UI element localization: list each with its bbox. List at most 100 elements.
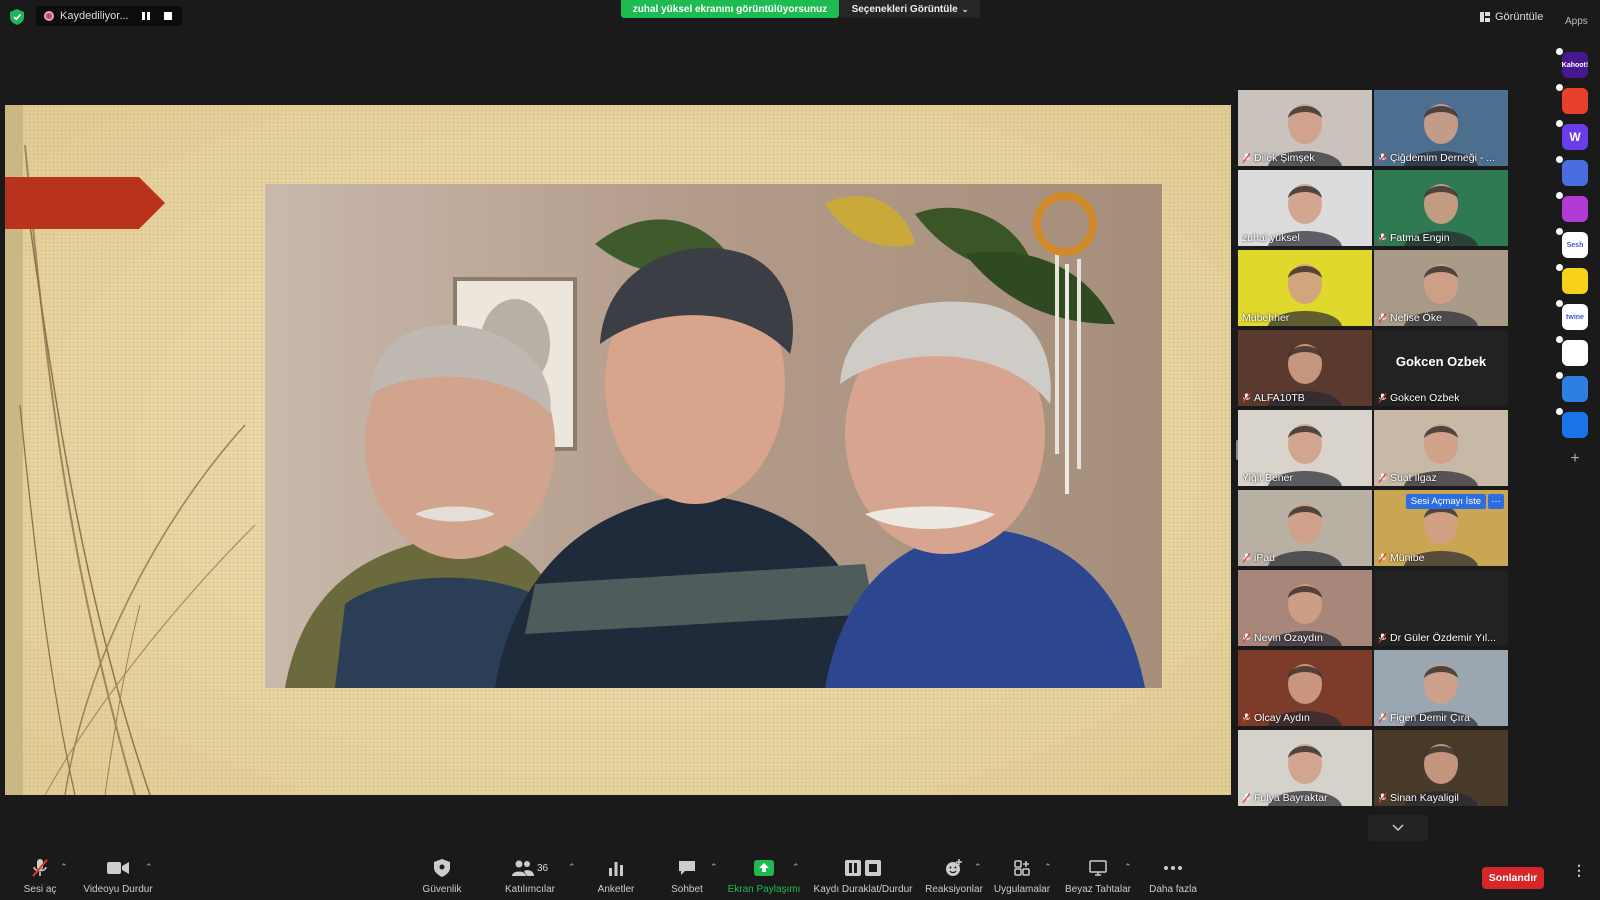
mic-muted-icon: [1378, 473, 1387, 483]
shield-icon: [434, 859, 450, 877]
participants-label: Katılımcılar: [504, 884, 555, 895]
participant-name-text: zuhal yüksel: [1242, 232, 1300, 244]
participant-tile[interactable]: Yiğit Bener: [1238, 410, 1372, 486]
participant-name-text: Nevin Özaydın: [1254, 632, 1323, 644]
participant-tile[interactable]: zuhal yüksel: [1238, 170, 1372, 246]
more-button[interactable]: Daha fazla: [1148, 850, 1198, 900]
emoji-app-icon[interactable]: [1556, 264, 1588, 294]
participant-tile[interactable]: ALFA10TB: [1238, 330, 1372, 406]
view-options-dropdown[interactable]: Seçenekleri Görüntüle ⌄: [840, 0, 980, 18]
share-screen-button[interactable]: Ekran Paylaşımı: [728, 850, 800, 900]
app-pin-dot-icon: [1556, 372, 1563, 379]
unmute-label: Sesi aç: [23, 884, 57, 895]
pause-recording-button[interactable]: [138, 8, 154, 24]
grid-view-icon: [1480, 12, 1490, 22]
app-pin-dot-icon: [1556, 192, 1563, 199]
participant-tile[interactable]: Fatma Engin: [1374, 170, 1508, 246]
tile-more-options-button[interactable]: …: [1488, 494, 1504, 509]
shield-check-icon[interactable]: [10, 9, 24, 25]
polls-label: Anketler: [597, 884, 635, 895]
participant-name: Fatma Engin: [1378, 232, 1450, 244]
security-label: Güvenlik: [422, 884, 462, 895]
stop-icon: [865, 860, 881, 876]
participant-tile[interactable]: Gokcen Ozbek Gokcen Ozbek: [1374, 330, 1508, 406]
video-options-caret[interactable]: ⌃: [145, 862, 153, 873]
participant-tile[interactable]: iPad: [1238, 490, 1372, 566]
participant-tile[interactable]: Dilek Şimşek: [1238, 90, 1372, 166]
grid-app-icon[interactable]: [1556, 336, 1588, 366]
chevron-down-icon: [1392, 824, 1404, 832]
audio-options-caret[interactable]: ⌃: [60, 862, 68, 873]
slide-arrow-shape: [5, 177, 165, 229]
shared-screen[interactable]: [5, 105, 1231, 795]
participant-name: Mübehher: [1242, 312, 1289, 324]
participant-tile[interactable]: Olcay Aydın: [1238, 650, 1372, 726]
apps-options-caret[interactable]: ⌃: [1044, 862, 1052, 873]
participant-tile[interactable]: Çiğdemim Derneği - ...: [1374, 90, 1508, 166]
add-app-icon[interactable]: +: [1568, 451, 1582, 467]
e-app-icon[interactable]: [1556, 408, 1588, 438]
gallery-next-page-button[interactable]: [1368, 815, 1428, 841]
participant-tile[interactable]: Nevin Özaydın: [1238, 570, 1372, 646]
chat-icon: [679, 861, 695, 875]
app-pin-dot-icon: [1556, 408, 1563, 415]
red-app-icon[interactable]: [1556, 84, 1588, 114]
chat-options-caret[interactable]: ⌃: [710, 862, 718, 873]
reactions-button[interactable]: Reaksiyonlar: [924, 850, 984, 900]
security-button[interactable]: Güvenlik: [420, 850, 464, 900]
stop-video-button[interactable]: Videoyu Durdur: [80, 850, 156, 900]
unmute-button[interactable]: Sesi aç: [22, 850, 58, 900]
mic-muted-icon: [1378, 153, 1387, 163]
ask-to-unmute-button[interactable]: Sesi Açmayı İste: [1405, 494, 1486, 509]
participant-name: zuhal yüksel: [1242, 232, 1300, 244]
twine-icon[interactable]: twine: [1556, 300, 1588, 330]
participants-icon: [511, 860, 534, 876]
participant-tile[interactable]: Sinan Kayaligil: [1374, 730, 1508, 806]
participant-name: Gokcen Ozbek: [1378, 392, 1459, 404]
participants-button[interactable]: 36 Katılımcılar: [502, 850, 558, 900]
circle-app-icon[interactable]: [1556, 156, 1588, 186]
participant-name: Fulya Bayraktar: [1242, 792, 1328, 804]
zoom-meeting-window: Kaydediliyor... zuhal yüksel ekranını gö…: [0, 0, 1600, 900]
participant-tile[interactable]: Mübehher: [1238, 250, 1372, 326]
participant-tile[interactable]: Dr Güler Özdemir Yıl...: [1374, 570, 1508, 646]
chat-button[interactable]: Sohbet: [667, 850, 707, 900]
slide-photo: [265, 184, 1162, 688]
wave-app-icon[interactable]: [1556, 192, 1588, 222]
vertical-ellipsis-icon[interactable]: ⋮: [1572, 862, 1586, 879]
kahoot-icon[interactable]: Kahoot!: [1556, 48, 1588, 78]
end-meeting-button[interactable]: Sonlandır: [1482, 867, 1544, 889]
participants-options-caret[interactable]: ⌃: [568, 862, 576, 873]
mic-muted-icon: [1378, 633, 1387, 643]
app-pin-dot-icon: [1556, 120, 1563, 127]
participant-tile[interactable]: Nefise Öke: [1374, 250, 1508, 326]
participant-name-text: Yiğit Bener: [1242, 472, 1293, 484]
recording-dot-icon: [44, 11, 54, 21]
participant-tile[interactable]: Suat Ilgaz: [1374, 410, 1508, 486]
reactions-options-caret[interactable]: ⌃: [974, 862, 982, 873]
mic-muted-icon: [1242, 153, 1251, 163]
w-app-icon[interactable]: W: [1556, 120, 1588, 150]
view-button[interactable]: Görüntüle: [1480, 8, 1543, 26]
share-options-caret[interactable]: ⌃: [792, 862, 800, 873]
participant-tile[interactable]: Fulya Bayraktar: [1238, 730, 1372, 806]
participant-name-text: Suat Ilgaz: [1390, 472, 1437, 484]
apps-toolbar-label: Uygulamalar: [993, 884, 1051, 895]
participant-name: Dr Güler Özdemir Yıl...: [1378, 632, 1496, 644]
apps-button[interactable]: Uygulamalar: [992, 850, 1052, 900]
whiteboards-button[interactable]: Beyaz Tahtalar: [1064, 850, 1132, 900]
app-pin-dot-icon: [1556, 48, 1563, 55]
sesh-icon[interactable]: Sesh: [1556, 228, 1588, 258]
stop-recording-button[interactable]: [160, 8, 176, 24]
polls-button[interactable]: Anketler: [596, 850, 636, 900]
participant-tile[interactable]: Sesi Açmayı İste… Münibe: [1374, 490, 1508, 566]
pause-stop-recording-button[interactable]: Kaydı Duraklat/Durdur: [812, 850, 914, 900]
whiteboards-options-caret[interactable]: ⌃: [1124, 862, 1132, 873]
participant-name: Sinan Kayaligil: [1378, 792, 1459, 804]
stop-video-label: Videoyu Durdur: [83, 884, 153, 895]
bar-chart-icon: [609, 862, 623, 876]
participants-count: 36: [536, 862, 549, 874]
participant-tile[interactable]: Figen Demir Çıra: [1374, 650, 1508, 726]
apps-label: Apps: [1565, 16, 1588, 27]
sync-app-icon[interactable]: [1556, 372, 1588, 402]
